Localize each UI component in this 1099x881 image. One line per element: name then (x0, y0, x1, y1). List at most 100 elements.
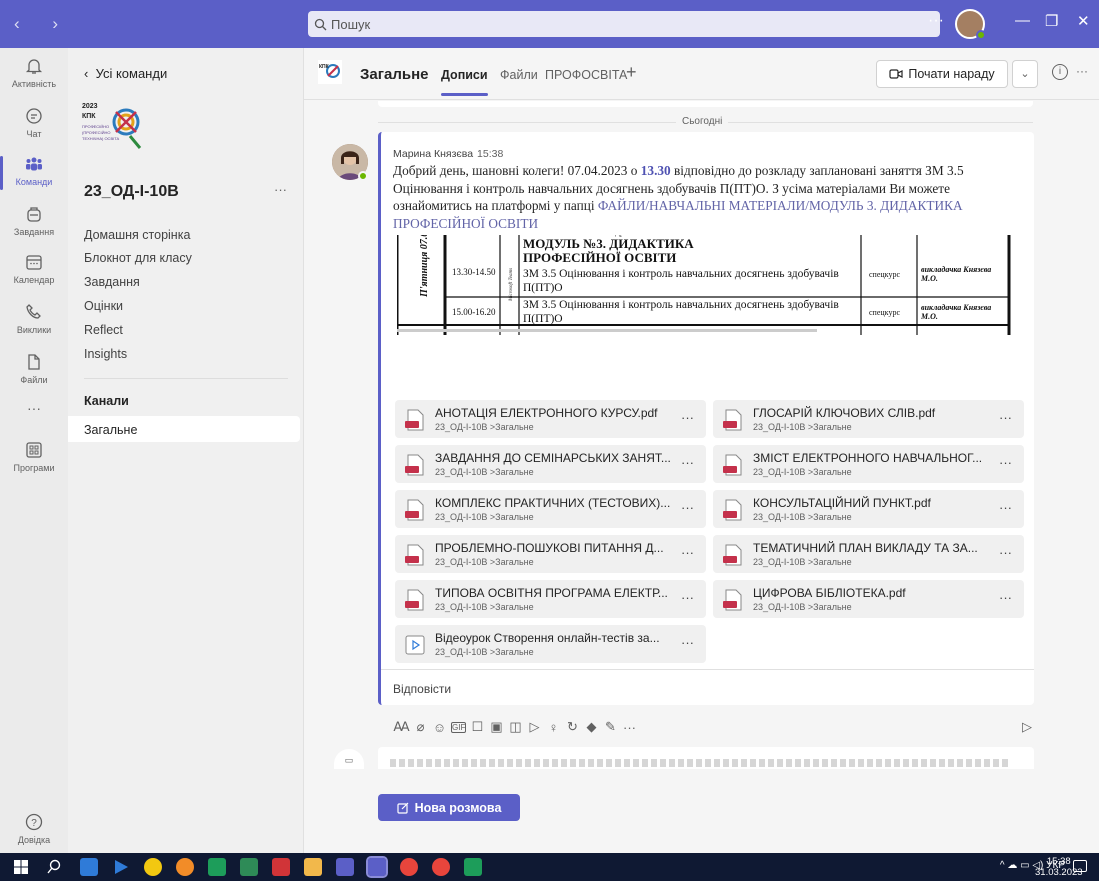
windows-start-icon[interactable] (12, 858, 30, 876)
sticker-icon[interactable]: ☐ (468, 719, 487, 735)
rail-more[interactable]: ··· (0, 400, 68, 416)
tab-profosvita[interactable]: ПРОФОСВІТА (545, 68, 627, 82)
team-link-grades[interactable]: Оцінки (84, 299, 123, 313)
rail-assignments[interactable]: Завдання (0, 204, 68, 237)
chrome-icon[interactable] (400, 858, 418, 876)
calculator-icon[interactable] (464, 858, 482, 876)
search-icon[interactable] (45, 858, 63, 876)
maximize-icon[interactable]: ❐ (1045, 12, 1058, 30)
loop-icon[interactable]: ↻ (563, 719, 582, 735)
previous-post (378, 101, 1033, 107)
file-more-button[interactable]: ··· (681, 500, 694, 515)
schedule-meeting-icon[interactable]: ▣ (487, 719, 506, 735)
team-link-insights[interactable]: Insights (84, 347, 127, 361)
app-icon[interactable] (240, 858, 258, 876)
file-attachment[interactable]: ТИПОВА ОСВІТНЯ ПРОГРАМА ЕЛЕКТР... 23_ОД-І… (395, 580, 706, 618)
file-attachment[interactable]: ЦИФРОВА БІБЛІОТЕКА.pdf 23_ОД-І-10В >Загал… (713, 580, 1024, 618)
notification-icon[interactable] (1073, 860, 1087, 872)
file-name: Відеоурок Створення онлайн-тестів за... (435, 631, 660, 645)
day-separator: Сьогодні (676, 116, 729, 127)
spreadsheet-icon[interactable] (208, 858, 226, 876)
file-path: 23_ОД-І-10В >Загальне (435, 557, 534, 567)
save-app-icon[interactable] (80, 858, 98, 876)
attach-icon[interactable]: ⌀ (411, 719, 430, 735)
file-more-button[interactable]: ··· (999, 500, 1012, 515)
new-conversation-button[interactable]: Нова розмова (378, 794, 520, 821)
reply-button[interactable]: Відповісти (381, 669, 1034, 705)
post-author[interactable]: Марина Князєва (393, 148, 473, 160)
channel-item-general[interactable]: Загальне (68, 416, 300, 442)
file-attachment[interactable]: ПРОБЛЕМНО-ПОШУКОВІ ПИТАННЯ Д... 23_ОД-І-1… (395, 535, 706, 573)
team-logo: 2023 КПК ПРОФЕСІЙНО (ПРОФЕСІЙНО ТЕХНІЧНА… (82, 103, 142, 149)
praise-icon[interactable]: ♀ (544, 720, 563, 735)
emoji-icon[interactable]: ☺ (430, 720, 449, 735)
app-icon[interactable] (144, 858, 162, 876)
stream-icon[interactable]: ▷ (525, 719, 544, 735)
file-more-button[interactable]: ··· (999, 545, 1012, 560)
file-path: 23_ОД-І-10В >Загальне (753, 602, 852, 612)
app-icon[interactable] (272, 858, 290, 876)
file-more-button[interactable]: ··· (999, 455, 1012, 470)
file-more-button[interactable]: ··· (681, 410, 694, 425)
folder-icon[interactable] (304, 858, 322, 876)
rail-apps[interactable]: Програми (0, 440, 68, 473)
search-input[interactable]: Пошук (308, 11, 940, 37)
file-more-button[interactable]: ··· (999, 590, 1012, 605)
file-more-button[interactable]: ··· (681, 635, 694, 650)
file-name: ПРОБЛЕМНО-ПОШУКОВІ ПИТАННЯ Д... (435, 541, 664, 555)
media-player-icon[interactable] (112, 858, 130, 876)
rail-teams[interactable]: Команди (0, 154, 68, 190)
start-meeting-button[interactable]: Почати нараду (876, 60, 1008, 88)
add-tab-button[interactable]: + (626, 62, 637, 83)
file-attachment[interactable]: ЗМІСТ ЕЛЕКТРОННОГО НАВЧАЛЬНОГ... 23_ОД-І-… (713, 445, 1024, 483)
header-more-button[interactable]: ··· (1076, 64, 1088, 78)
close-icon[interactable]: ✕ (1077, 12, 1090, 30)
team-link-reflect[interactable]: Reflect (84, 323, 123, 337)
file-attachment[interactable]: ЗАВДАННЯ ДО СЕМІНАРСЬКИХ ЗАНЯТ... 23_ОД-І… (395, 445, 706, 483)
rail-help[interactable]: ? Довідка (0, 812, 68, 845)
gif-icon[interactable]: GIF (451, 721, 466, 733)
tab-posts[interactable]: Дописи (441, 68, 488, 96)
more-icon[interactable]: ··· (620, 720, 639, 735)
opera-icon[interactable] (176, 858, 194, 876)
team-link-notebook[interactable]: Блокнот для класу (84, 251, 192, 265)
send-icon[interactable]: ▷ (1022, 719, 1032, 735)
rail-files[interactable]: Файли (0, 352, 68, 385)
format-icon[interactable]: Ꜳ (392, 719, 411, 735)
rail-calendar[interactable]: Календар (0, 252, 68, 285)
nav-arrows[interactable]: ‹ › (14, 14, 72, 34)
tab-files[interactable]: Файли (500, 68, 538, 82)
team-link-home[interactable]: Домашня сторінка (84, 228, 190, 242)
teams-icon[interactable] (336, 858, 354, 876)
rail-activity[interactable]: Активність (0, 56, 68, 89)
teams-icon (26, 157, 42, 171)
video-clip-icon[interactable]: ◫ (506, 719, 525, 735)
file-attachment[interactable]: КОМПЛЕКС ПРАКТИЧНИХ (ТЕСТОВИХ)... 23_ОД-І… (395, 490, 706, 528)
forms-icon[interactable]: ✎ (601, 719, 620, 735)
file-path: 23_ОД-І-10В >Загальне (753, 467, 852, 477)
meeting-dropdown-chevron-icon[interactable]: ⌄ (1012, 60, 1038, 88)
app-icon[interactable]: ◆ (582, 719, 601, 735)
minimize-icon[interactable]: — (1015, 12, 1030, 29)
file-more-button[interactable]: ··· (681, 590, 694, 605)
rail-chat[interactable]: Чат (0, 106, 68, 139)
chrome-icon[interactable] (432, 858, 450, 876)
settings-more-button[interactable]: ··· (928, 12, 944, 30)
file-attachment[interactable]: АНОТАЦІЯ ЕЛЕКТРОННОГО КУРСУ.pdf 23_ОД-І-1… (395, 400, 706, 438)
assignments-icon (27, 207, 41, 222)
file-more-button[interactable]: ··· (681, 455, 694, 470)
rail-calls[interactable]: Виклики (0, 302, 68, 335)
profile-avatar[interactable] (955, 9, 986, 40)
file-path: 23_ОД-І-10В >Загальне (753, 557, 852, 567)
team-more-button[interactable]: ··· (274, 182, 287, 197)
teams-active-icon[interactable] (366, 856, 388, 878)
all-teams-link[interactable]: ‹ Усі команди (84, 66, 167, 81)
team-link-assignments[interactable]: Завдання (84, 275, 140, 289)
file-attachment[interactable]: КОНСУЛЬТАЦІЙНИЙ ПУНКТ.pdf 23_ОД-І-10В >За… (713, 490, 1024, 528)
file-attachment[interactable]: ТЕМАТИЧНИЙ ПЛАН ВИКЛАДУ ТА ЗА... 23_ОД-І-… (713, 535, 1024, 573)
file-more-button[interactable]: ··· (681, 545, 694, 560)
file-attachment[interactable]: ГЛОСАРІЙ КЛЮЧОВИХ СЛІВ.pdf 23_ОД-І-10В >З… (713, 400, 1024, 438)
file-more-button[interactable]: ··· (999, 410, 1012, 425)
file-attachment[interactable]: Відеоурок Створення онлайн-тестів за... 2… (395, 625, 706, 663)
info-icon[interactable]: i (1052, 64, 1068, 80)
